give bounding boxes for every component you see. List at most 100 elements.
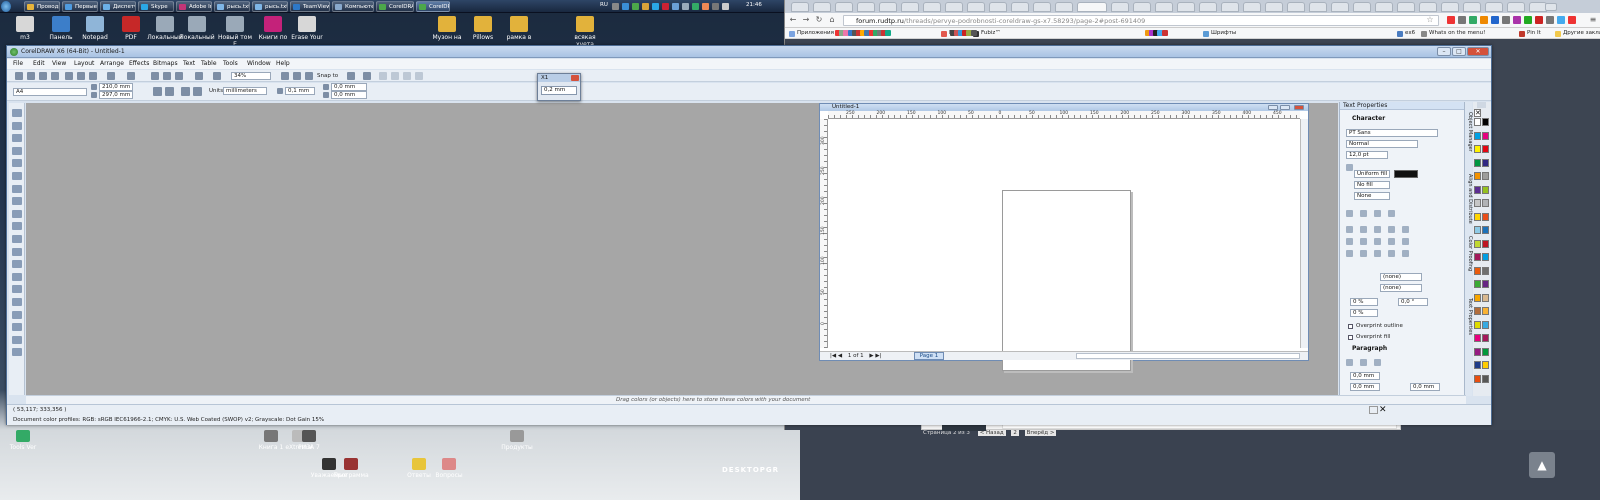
title-bar[interactable]: CorelDRAW X6 (64-Bit) - Untitled-1 – □ ✕ xyxy=(7,46,1491,58)
page-2-link[interactable]: 2 xyxy=(1011,430,1019,436)
fill-color-swatch[interactable] xyxy=(1394,170,1418,178)
menu-help[interactable]: Help xyxy=(276,60,290,67)
character-section-header[interactable]: Character xyxy=(1344,115,1385,122)
desktop-icon[interactable]: Notepad xyxy=(76,16,114,41)
browser-tab[interactable] xyxy=(1033,2,1051,12)
taskbar-button[interactable]: TeamViewer xyxy=(290,1,330,12)
taskbar-button[interactable]: CorelDRA... xyxy=(416,1,450,12)
extension-icon[interactable] xyxy=(1480,16,1488,24)
palette-swatch[interactable] xyxy=(1482,118,1489,126)
browser-tab[interactable] xyxy=(1419,2,1437,12)
reload-icon[interactable]: ↻ xyxy=(814,15,824,25)
overprint-outline-checkbox[interactable] xyxy=(1348,324,1353,329)
palette-swatch[interactable] xyxy=(1474,347,1481,356)
desktop-icon[interactable]: Erase Your xyxy=(288,16,326,41)
palette-swatch[interactable] xyxy=(1474,293,1481,302)
character-shift-y[interactable]: 0 % xyxy=(1350,309,1378,317)
right-indent-field[interactable]: 0,0 mm xyxy=(1410,383,1440,391)
extension-icon[interactable] xyxy=(1447,16,1455,24)
desktop-icon[interactable]: Локальный xyxy=(178,16,216,41)
nudge-field[interactable]: 0,1 mm xyxy=(285,87,315,95)
browser-tab[interactable] xyxy=(1177,2,1195,12)
browser-tab[interactable] xyxy=(1353,2,1371,12)
outline-pen-icon[interactable] xyxy=(12,310,22,319)
show-rulers-icon[interactable] xyxy=(281,72,289,80)
color-profiles-info[interactable]: Document color profiles: RGB: sRGB IEC61… xyxy=(13,417,324,423)
bookmark-item[interactable]: Fubiz™ xyxy=(973,29,1001,38)
first-line-indent-field[interactable]: 0,0 mm xyxy=(1350,383,1380,391)
extension-icon[interactable] xyxy=(1502,16,1510,24)
palette-swatch[interactable] xyxy=(1474,131,1481,140)
align-center-icon[interactable] xyxy=(1360,359,1367,366)
extension-icon[interactable] xyxy=(1491,16,1499,24)
connector-tool-icon[interactable] xyxy=(12,260,22,269)
new-document-icon[interactable] xyxy=(15,72,23,80)
desktop-icon[interactable]: рамка в xyxy=(500,16,538,41)
application-launcher-icon[interactable] xyxy=(363,72,371,80)
character-angle[interactable]: 0,0 ° xyxy=(1398,298,1428,306)
background-fill-select[interactable]: No fill xyxy=(1354,181,1390,189)
font-style-select[interactable]: Normal xyxy=(1346,140,1418,148)
desktop-icon[interactable]: Продукты xyxy=(498,430,536,451)
show-grid-icon[interactable] xyxy=(293,72,301,80)
page-tab[interactable]: Page 1 xyxy=(914,352,944,360)
tray-icon[interactable] xyxy=(682,3,689,10)
horizontal-scrollbar[interactable] xyxy=(1076,353,1300,359)
text-outline-select[interactable]: None xyxy=(1354,192,1390,200)
menu-text[interactable]: Text xyxy=(183,60,195,67)
x1-outline-width-select[interactable]: 0,2 mm xyxy=(541,86,577,95)
palette-swatch[interactable] xyxy=(1482,266,1489,275)
bookmark-item[interactable]: Whats on the menu! xyxy=(1421,29,1485,38)
pick-tool-icon[interactable] xyxy=(12,109,22,117)
palette-swatch[interactable] xyxy=(1482,158,1489,167)
table-tool-icon[interactable] xyxy=(12,235,22,243)
palette-swatch[interactable] xyxy=(1482,280,1489,288)
bookmark-icon[interactable] xyxy=(885,30,892,36)
search-content-icon[interactable] xyxy=(151,72,159,80)
browser-tab[interactable] xyxy=(1397,2,1415,12)
tray-icon[interactable] xyxy=(652,3,659,10)
browser-tab[interactable] xyxy=(1055,2,1073,12)
taskbar-button[interactable]: Компьюте... xyxy=(332,1,374,12)
paragraph-section-header[interactable]: Paragraph xyxy=(1344,345,1387,352)
palette-swatch[interactable] xyxy=(1482,334,1489,342)
crop-tool-icon[interactable] xyxy=(12,134,22,143)
taskbar-button[interactable]: Adobe InD... xyxy=(176,1,212,12)
snap-to-dropdown[interactable]: Snap to xyxy=(317,73,338,79)
desktop-icon[interactable]: всякая хуета xyxy=(566,16,604,48)
palette-swatch[interactable] xyxy=(1474,320,1481,329)
redo-icon[interactable] xyxy=(127,72,135,80)
menu-file[interactable]: File xyxy=(13,60,23,67)
landscape-icon[interactable] xyxy=(165,87,174,96)
horizontal-ruler[interactable]: 250 200 150 100 50 0 50 100 150 200 250 300 350 400 45… xyxy=(828,111,1300,119)
palette-swatch[interactable] xyxy=(1482,361,1489,369)
print-icon[interactable] xyxy=(51,72,59,80)
browser-tab[interactable] xyxy=(1463,2,1481,12)
next-link[interactable]: Вперёд > xyxy=(1024,430,1057,436)
tray-icon[interactable] xyxy=(702,3,709,10)
outline-indicator-icon[interactable]: ✕ xyxy=(1379,406,1387,415)
docker-tab[interactable]: Align and Distribute xyxy=(1465,174,1473,224)
extension-icon[interactable] xyxy=(1524,16,1532,24)
bookmark-icon[interactable] xyxy=(970,30,977,36)
desktop-icon[interactable]: Pillows xyxy=(464,16,502,41)
open-icon[interactable] xyxy=(27,72,35,80)
prev-page-icon[interactable]: ◀ xyxy=(838,353,842,359)
browser-tab[interactable] xyxy=(1011,2,1029,12)
browser-tab[interactable] xyxy=(857,2,875,12)
taskbar-button[interactable]: Skype xyxy=(138,1,174,12)
tray-icon[interactable] xyxy=(632,3,639,10)
interactive-fill-icon[interactable] xyxy=(12,335,22,344)
desktop-icon[interactable]: Книга 1 xyxy=(252,430,290,451)
blend-tool-icon[interactable] xyxy=(12,272,22,281)
transparency-tool-icon[interactable] xyxy=(12,285,22,294)
page-width-field[interactable]: 210,0 mm xyxy=(99,83,133,91)
extension-icon[interactable] xyxy=(1535,16,1543,24)
units-select[interactable]: millimeters xyxy=(223,87,267,95)
scroll-top-button[interactable]: ▲ xyxy=(1529,452,1555,478)
doc-close-button[interactable] xyxy=(1294,105,1304,110)
browser-tab[interactable] xyxy=(1507,2,1525,12)
zoom-level-select[interactable]: 34% xyxy=(231,72,271,80)
menu-icon[interactable]: ≡ xyxy=(1588,15,1598,25)
palette-swatch[interactable] xyxy=(1482,253,1489,261)
